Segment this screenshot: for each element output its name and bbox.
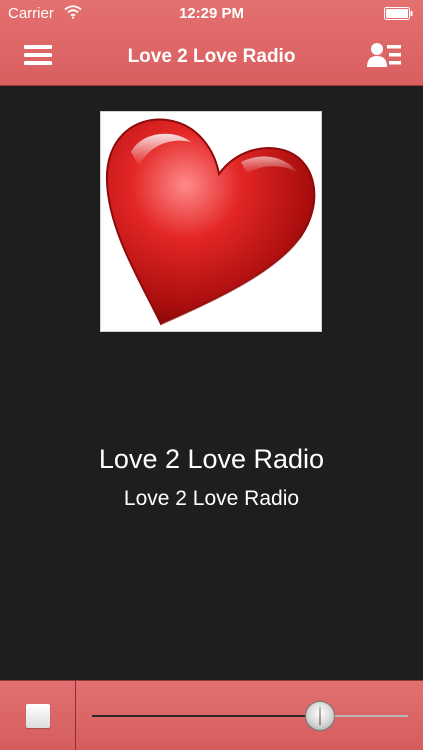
station-title: Love 2 Love Radio	[98, 444, 325, 474]
page-title: Love 2 Love Radio	[127, 46, 296, 67]
volume-slider-knob[interactable]	[305, 701, 335, 731]
contact-list-icon[interactable]	[367, 42, 401, 68]
navigation-bar: Love 2 Love Radio	[0, 28, 423, 85]
player-controls	[0, 680, 423, 750]
status-bar: Carrier 12:29 PM	[0, 0, 423, 28]
battery-icon	[384, 7, 413, 20]
volume-track-filled[interactable]	[92, 715, 320, 717]
heart-icon	[105, 118, 316, 326]
stop-section	[0, 681, 76, 750]
station-artwork	[100, 111, 322, 332]
stop-button[interactable]	[26, 704, 50, 728]
status-time: 12:29 PM	[178, 5, 245, 22]
top-bar: Carrier 12:29 PM Love 2 Love Radio	[0, 0, 423, 86]
app-screen: Carrier 12:29 PM Love 2 Love Radio Love …	[0, 0, 423, 750]
hamburger-menu-icon[interactable]	[24, 44, 52, 66]
station-subtitle: Love 2 Love Radio	[123, 487, 300, 510]
knob-grip	[319, 707, 321, 725]
